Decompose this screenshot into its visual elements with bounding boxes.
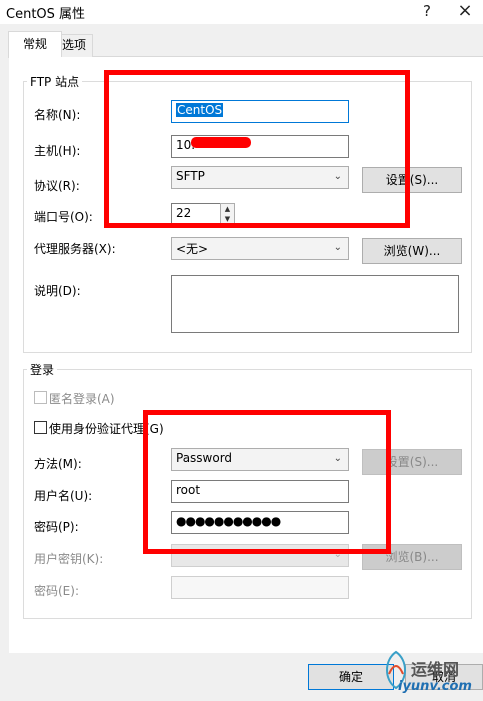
method-label: 方法(M): <box>34 457 82 471</box>
watermark-text-en: iyunv.com <box>398 679 472 694</box>
protocol-label: 协议(R): <box>34 179 80 193</box>
chevron-down-icon: ⌄ <box>333 242 342 253</box>
passphrase-field[interactable] <box>171 576 349 599</box>
ftp-site-legend: FTP 站点 <box>27 73 83 90</box>
proxy-browse-button[interactable]: 浏览(W)... <box>362 238 462 264</box>
window-title: CentOS 属性 <box>6 7 86 22</box>
name-label: 名称(N): <box>34 108 81 122</box>
close-button[interactable]: × <box>445 0 483 24</box>
description-label: 说明(D): <box>34 284 81 298</box>
anonymous-checkbox[interactable] <box>34 391 47 404</box>
proxy-select[interactable]: <无> ⌄ <box>171 237 349 260</box>
anonymous-label: 匿名登录(A) <box>49 392 115 406</box>
login-legend: 登录 <box>27 361 58 378</box>
tab-general[interactable]: 常规 <box>8 31 62 58</box>
password-label: 密码(P): <box>34 520 79 534</box>
description-field[interactable] <box>171 275 459 333</box>
proxy-value: <无> <box>176 242 209 256</box>
help-button[interactable]: ? <box>407 0 447 24</box>
proxy-label: 代理服务器(X): <box>34 242 116 256</box>
host-label: 主机(H): <box>34 144 81 158</box>
watermark-text-cn: 运维网 <box>411 660 460 679</box>
host-redaction-mark <box>191 137 251 148</box>
userkey-label: 用户密钥(K): <box>34 552 104 566</box>
annotation-box-ftp <box>104 70 410 228</box>
passphrase-label: 密码(E): <box>34 584 79 598</box>
identity-agent-checkbox[interactable] <box>34 421 47 434</box>
username-label: 用户名(U): <box>34 489 93 503</box>
annotation-box-login <box>143 410 391 554</box>
port-label: 端口号(O): <box>34 210 93 224</box>
